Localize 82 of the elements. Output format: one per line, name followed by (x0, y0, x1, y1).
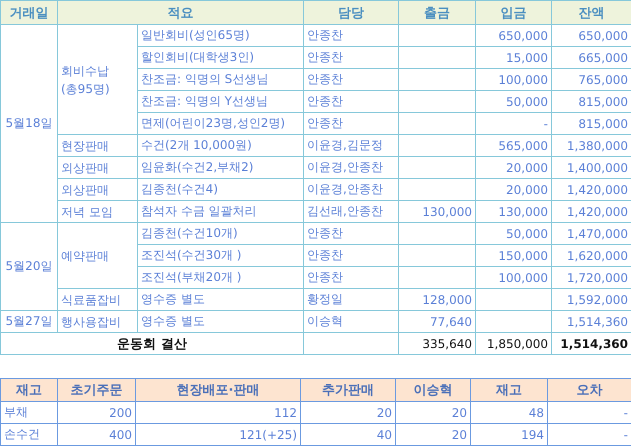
person-cell: 안종찬 (304, 46, 398, 68)
deposit-cell: 100,000 (476, 266, 552, 288)
description-cell: 일반회비(성인65명) (138, 24, 304, 46)
quantity-cell: 400 (58, 424, 136, 446)
column-header: 입금 (476, 0, 552, 24)
category-cell: 저녁 모임 (58, 200, 138, 222)
person-cell: 이윤경,안종찬 (304, 178, 398, 200)
withdrawal-cell: 77,640 (398, 310, 476, 332)
column-header: 재고 (0, 378, 58, 402)
quantity-cell: 40 (300, 424, 396, 446)
column-header: 이승혁 (396, 378, 470, 402)
description-cell: 임윤화(수건2,부채2) (138, 156, 304, 178)
date-cell: 5월20일 (0, 222, 58, 310)
date-cell: 5월18일 (0, 24, 58, 222)
column-header: 담당 (304, 0, 398, 24)
deposit-cell: 20,000 (476, 178, 552, 200)
date-cell: 5월27일 (0, 310, 58, 332)
description-cell: 영수증 별도 (138, 288, 304, 310)
total-label: 운동회 결산 (0, 332, 304, 354)
deposit-cell: 50,000 (476, 90, 552, 112)
deposit-cell: 50,000 (476, 222, 552, 244)
description-cell: 수건(2개 10,000원) (138, 134, 304, 156)
description-cell: 참석자 수금 일괄처리 (138, 200, 304, 222)
quantity-cell: 194 (470, 424, 548, 446)
quantity-cell: 20 (300, 402, 396, 424)
deposit-cell: 100,000 (476, 68, 552, 90)
column-header: 거래일 (0, 0, 58, 24)
category-cell: 외상판매 (58, 156, 138, 178)
deposit-cell: 130,000 (476, 200, 552, 222)
person-cell: 안종찬 (304, 90, 398, 112)
person-cell: 안종찬 (304, 244, 398, 266)
category-cell: 외상판매 (58, 178, 138, 200)
person-cell: 이윤경,안종찬 (304, 156, 398, 178)
description-cell: 찬조금: 익명의 Y선생님 (138, 90, 304, 112)
withdrawal-cell: 130,000 (398, 200, 476, 222)
quantity-cell: 48 (470, 402, 548, 424)
category-cell: 현장판매 (58, 134, 138, 156)
withdrawal-cell: 128,000 (398, 288, 476, 310)
deposit-cell: 650,000 (476, 24, 552, 46)
description-cell: 조진석(수건30개 ) (138, 244, 304, 266)
person-cell: 안종찬 (304, 222, 398, 244)
person-cell: 김선래,안종찬 (304, 200, 398, 222)
quantity-cell: 121(+25) (136, 424, 300, 446)
column-header: 오차 (548, 378, 631, 402)
description-cell: 찬조금: 익명의 S선생님 (138, 68, 304, 90)
deposit-cell: 15,000 (476, 46, 552, 68)
column-header: 초기주문 (58, 378, 136, 402)
column-header: 적요 (58, 0, 304, 24)
item-cell: 부채 (0, 402, 58, 424)
column-header: 현장배포·판매 (136, 378, 300, 402)
total-deposit-cell: 1,850,000 (476, 332, 552, 354)
column-header: 추가판매 (300, 378, 396, 402)
category-cell: 회비수납 (총95명) (58, 24, 138, 134)
quantity-cell: 20 (396, 424, 470, 446)
person-cell: 안종찬 (304, 112, 398, 134)
person-cell: 이윤경,김문정 (304, 134, 398, 156)
description-cell: 면제(어린이23명,성인2명) (138, 112, 304, 134)
deposit-cell: 150,000 (476, 244, 552, 266)
column-header: 출금 (398, 0, 476, 24)
deposit-cell: 565,000 (476, 134, 552, 156)
column-header: 재고 (470, 378, 548, 402)
person-cell: 안종찬 (304, 68, 398, 90)
deposit-cell: 20,000 (476, 156, 552, 178)
person-cell: 안종찬 (304, 266, 398, 288)
category-cell: 예약판매 (58, 222, 138, 288)
quantity-cell: 20 (396, 402, 470, 424)
quantity-cell: 200 (58, 402, 136, 424)
category-cell: 행사용잡비 (58, 310, 138, 332)
column-header: 잔액 (552, 0, 631, 24)
person-cell: 황정일 (304, 288, 398, 310)
description-cell: 김종천(수건10개) (138, 222, 304, 244)
category-cell: 식료품잡비 (58, 288, 138, 310)
deposit-cell: - (476, 112, 552, 134)
description-cell: 조진석(부채20개 ) (138, 266, 304, 288)
person-cell: 이승혁 (304, 310, 398, 332)
total-withdrawal-cell: 335,640 (398, 332, 476, 354)
description-cell: 할인회비(대학생3인) (138, 46, 304, 68)
description-cell: 영수증 별도 (138, 310, 304, 332)
quantity-cell: 112 (136, 402, 300, 424)
description-cell: 김종천(수건4) (138, 178, 304, 200)
person-cell: 안종찬 (304, 24, 398, 46)
item-cell: 손수건 (0, 424, 58, 446)
